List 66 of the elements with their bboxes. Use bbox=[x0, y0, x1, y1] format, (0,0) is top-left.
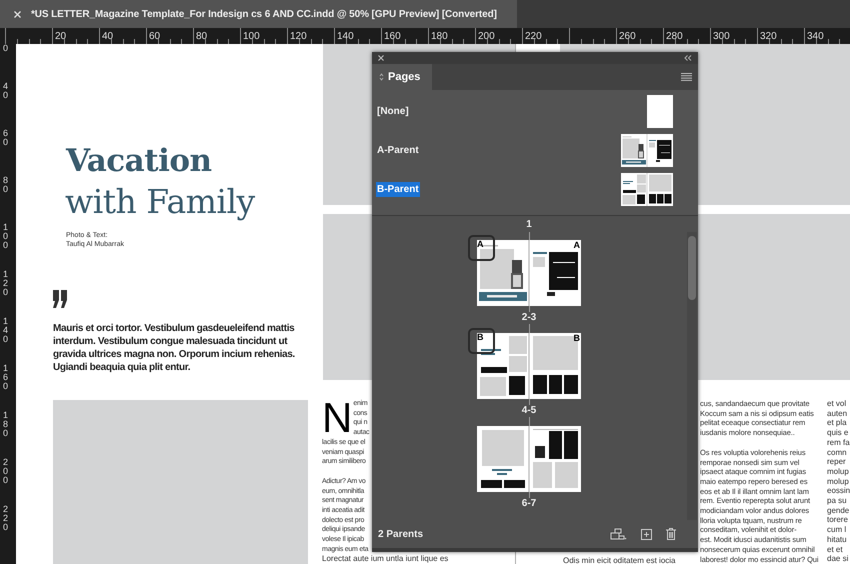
ruler-label: 100 bbox=[3, 223, 10, 250]
drop-cap: N bbox=[322, 399, 352, 436]
spread-thumbnail[interactable] bbox=[477, 333, 581, 399]
spread-label: 2-3 bbox=[522, 312, 536, 324]
collapse-icon[interactable] bbox=[684, 55, 692, 61]
sort-icon bbox=[379, 73, 384, 81]
ruler-label: 120 bbox=[3, 270, 10, 297]
headline: Vacation bbox=[66, 143, 212, 179]
spread-thumbnail[interactable] bbox=[477, 426, 581, 492]
body-text: Lorectat aute ium untla iunt lique es bbox=[322, 554, 448, 564]
ruler-label: 60 bbox=[149, 30, 160, 44]
parent-thumbnail[interactable] bbox=[621, 134, 673, 167]
ruler-label: 320 bbox=[760, 30, 777, 44]
ruler-label: 120 bbox=[290, 30, 307, 44]
ruler-label: 300 bbox=[713, 30, 730, 44]
ruler-label: 220 bbox=[3, 505, 10, 532]
page-number: 1 bbox=[526, 218, 532, 232]
parent-thumbnail[interactable] bbox=[647, 95, 673, 128]
ruler-label: 0 bbox=[3, 44, 10, 53]
parent-badge: B bbox=[468, 328, 495, 354]
ruler-label: 100 bbox=[243, 30, 260, 44]
ruler-label: 140 bbox=[3, 317, 10, 344]
body-text: et vol auten et pla quis e rem fa comn reper molup molup eossin pa su gende torere cum l hitatu et et dae si bbox=[827, 399, 850, 564]
spread-label: 4-5 bbox=[522, 405, 536, 417]
parent-thumbnail[interactable] bbox=[621, 173, 673, 206]
spread-label: 6-7 bbox=[522, 498, 536, 510]
panel-tab[interactable]: Pages bbox=[372, 64, 432, 90]
ruler-label: 260 bbox=[619, 30, 636, 44]
menu-icon[interactable] bbox=[681, 73, 692, 81]
ruler-label: 180 bbox=[3, 411, 10, 438]
parent-item[interactable]: A-Parent bbox=[376, 143, 420, 158]
ruler-label: 160 bbox=[384, 30, 401, 44]
scrollbar-track[interactable] bbox=[687, 232, 697, 520]
ruler-label: 140 bbox=[337, 30, 354, 44]
close-icon[interactable] bbox=[14, 10, 21, 18]
ruler-label: 20 bbox=[55, 30, 66, 44]
spread-thumbnail[interactable] bbox=[477, 240, 581, 306]
headline: with Family bbox=[65, 182, 255, 222]
trash-icon[interactable] bbox=[666, 528, 676, 540]
quote-icon bbox=[53, 290, 68, 308]
ruler-label: 80 bbox=[3, 176, 10, 194]
ruler-label: 200 bbox=[3, 458, 10, 485]
ruler-label: 40 bbox=[3, 82, 10, 100]
ruler-label: 180 bbox=[431, 30, 448, 44]
pull-quote: Mauris et orci tortor. Vestibulum gasdeueleifend mattis interdum. Vestibulum congue malesuada tincidunt ut gravida ultrices magna non. Orporum incium rehenias. Ugiandi beaquia quia plit entur. bbox=[53, 322, 296, 374]
ruler-label: 220 bbox=[525, 30, 542, 44]
ruler-label: 280 bbox=[666, 30, 683, 44]
parent-item[interactable]: B-Parent bbox=[376, 182, 420, 197]
parent-letter: A bbox=[574, 241, 580, 250]
ruler-label: 340 bbox=[807, 30, 824, 44]
parent-badge: A bbox=[468, 235, 495, 261]
document-title: *US LETTER_Magazine Template_For Indesign cs 6 AND CC.indd @ 50% [GPU Preview] [Converted] bbox=[31, 8, 497, 22]
close-icon[interactable] bbox=[378, 55, 384, 61]
ruler-label: 40 bbox=[102, 30, 114, 44]
ruler-label: 160 bbox=[3, 364, 10, 391]
body-text: Odis min eicit oditatem est iocia bbox=[563, 556, 676, 564]
ruler-label: 60 bbox=[3, 129, 10, 147]
scrollbar-thumb[interactable] bbox=[688, 236, 696, 300]
parent-count: 2 Parents bbox=[378, 528, 424, 542]
parent-item[interactable]: [None] bbox=[376, 104, 410, 119]
new-page-icon[interactable] bbox=[641, 528, 652, 540]
document-tab[interactable]: *US LETTER_Magazine Template_For Indesign cs 6 AND CC.indd @ 50% [GPU Preview] [Converted] bbox=[0, 0, 517, 28]
ruler-label: 200 bbox=[478, 30, 495, 44]
parent-letter: B bbox=[574, 334, 580, 343]
ruler-label: 80 bbox=[196, 30, 208, 44]
pages-icon[interactable] bbox=[610, 528, 627, 540]
